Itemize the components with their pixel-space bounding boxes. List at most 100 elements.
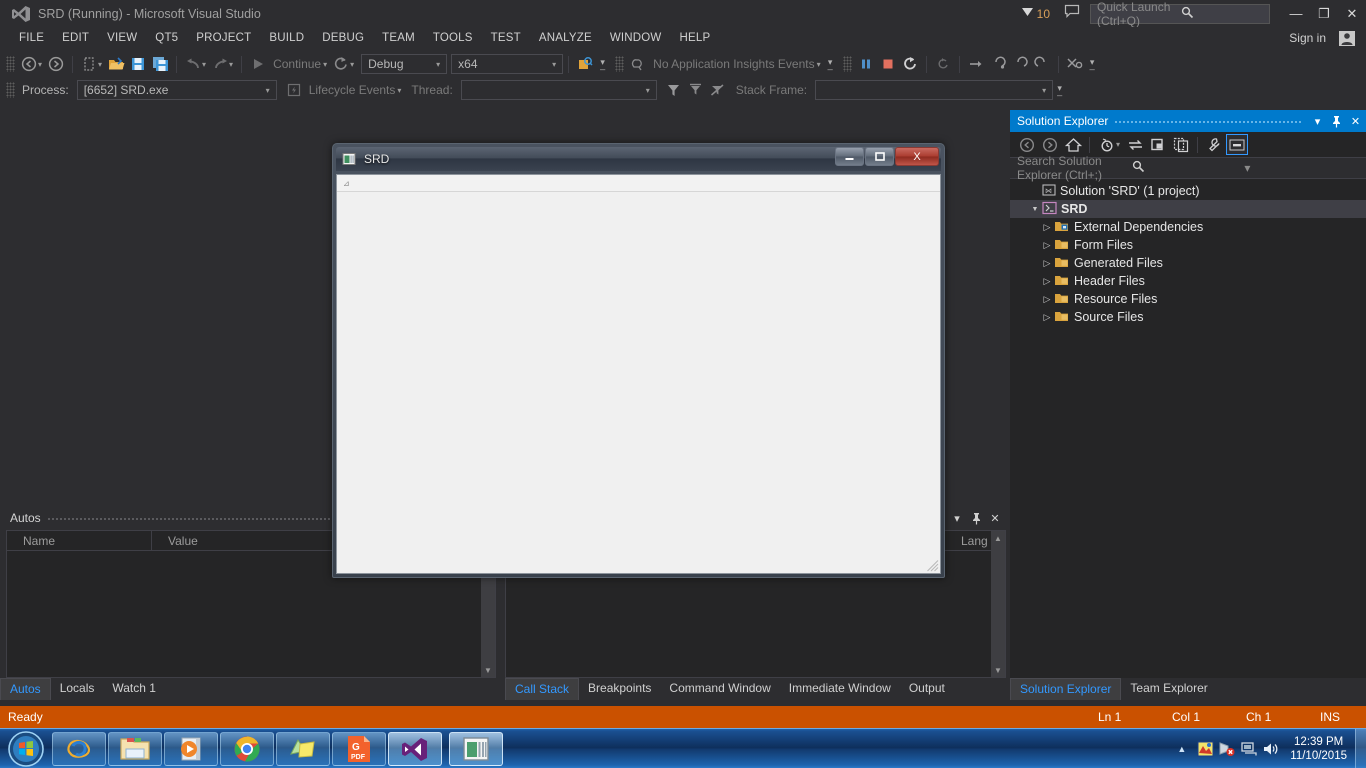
chevron-down-icon[interactable]: ▾ (1116, 140, 1123, 149)
sign-in-link[interactable]: Sign in (1289, 27, 1326, 49)
refresh-icon[interactable] (1147, 134, 1169, 155)
chevron-down-icon[interactable]: ▾ (1244, 161, 1362, 175)
tree-item-resource-files[interactable]: ▷ Resource Files (1010, 290, 1366, 308)
srd-client-area[interactable]: ⊿ (336, 174, 941, 574)
tree-item-form-files[interactable]: ▷ Form Files (1010, 236, 1366, 254)
chevron-down-icon[interactable]: ▾ (1038, 86, 1050, 95)
platform-combo[interactable]: x64 ▾ (451, 54, 564, 74)
forward-icon[interactable] (1039, 134, 1061, 155)
menu-test[interactable]: TEST (482, 29, 530, 47)
quick-launch-input[interactable]: Quick Launch (Ctrl+Q) (1090, 0, 1270, 28)
new-item-caret-icon[interactable]: ▾ (98, 60, 105, 69)
autos-column-value[interactable]: Value (152, 534, 198, 548)
undo-caret-icon[interactable]: ▾ (202, 60, 209, 69)
save-all-icon[interactable] (149, 53, 171, 75)
pin-icon[interactable] (968, 508, 984, 528)
toolbar-grip[interactable] (842, 56, 852, 72)
tab-breakpoints[interactable]: Breakpoints (579, 678, 660, 700)
search-icon[interactable] (1181, 6, 1265, 22)
chevron-down-icon[interactable]: ▾ (432, 60, 444, 69)
toolbar-overflow-icon[interactable]: ▾ _ (1053, 84, 1066, 96)
twisty-collapsed-icon[interactable]: ▷ (1040, 294, 1054, 305)
tab-solution-explorer[interactable]: Solution Explorer (1010, 678, 1122, 700)
call-stack-vertical-scrollbar[interactable]: ▲ ▼ (991, 531, 1005, 677)
stack-frame-combo[interactable]: ▾ (815, 80, 1054, 100)
scroll-down-icon[interactable]: ▼ (991, 663, 1005, 677)
back-icon[interactable] (1016, 134, 1038, 155)
menu-view[interactable]: VIEW (98, 29, 146, 47)
tab-output[interactable]: Output (900, 678, 954, 700)
home-icon[interactable] (1062, 134, 1084, 155)
show-next-statement-icon[interactable] (932, 53, 954, 75)
chevron-down-icon[interactable]: ▾ (642, 86, 654, 95)
process-combo[interactable]: [6652] SRD.exe ▾ (76, 80, 277, 100)
tree-item-external-dependencies[interactable]: ▷ External Dependencies (1010, 218, 1366, 236)
toolbar-overflow-icon[interactable]: ▾ _ (1086, 58, 1099, 70)
chevron-down-icon[interactable]: ▾ (1309, 110, 1326, 132)
navigate-back-caret-icon[interactable]: ▾ (38, 60, 45, 69)
menu-project[interactable]: PROJECT (187, 29, 260, 47)
sync-with-active-document-icon[interactable] (1124, 134, 1146, 155)
taskbar-sticky-notes[interactable] (276, 731, 330, 766)
pending-changes-icon[interactable] (1095, 134, 1117, 155)
toolbar-overflow-icon[interactable]: ▾ _ (824, 58, 837, 70)
tree-item-project-srd[interactable]: ▼ SRD (1010, 200, 1366, 218)
thread-combo[interactable]: ▾ (460, 80, 657, 100)
chevron-down-icon[interactable]: ▾ (262, 86, 274, 95)
restart-icon[interactable] (330, 53, 352, 75)
restart-caret-icon[interactable]: ▾ (350, 60, 357, 69)
save-icon[interactable] (127, 53, 149, 75)
tree-item-source-files[interactable]: ▷ Source Files (1010, 308, 1366, 326)
twisty-expanded-icon[interactable]: ▼ (1028, 206, 1042, 213)
solution-explorer-search-input[interactable]: Search Solution Explorer (Ctrl+;) ▾ (1010, 154, 1366, 182)
undo-icon[interactable] (182, 53, 204, 75)
feedback-button[interactable]: 10 (1021, 6, 1050, 21)
srd-maximize-button[interactable] (865, 147, 894, 166)
menu-tools[interactable]: TOOLS (424, 29, 482, 47)
chevron-up-icon[interactable]: ▲ (1169, 744, 1194, 754)
toolbar-overflow-icon[interactable]: ▾ _ (596, 58, 609, 70)
app-insights-icon[interactable] (627, 53, 649, 75)
chevron-down-icon[interactable]: ▾ (949, 508, 965, 528)
app-insights-label[interactable]: No Application Insights Events (649, 57, 818, 71)
lifecycle-caret-icon[interactable]: ▾ (397, 86, 404, 95)
taskbar-windows-media-player[interactable] (164, 731, 218, 766)
paint-tray-icon[interactable] (1194, 737, 1216, 761)
menu-edit[interactable]: EDIT (53, 29, 98, 47)
srd-application-window[interactable]: SRD X ⊿ (332, 143, 945, 578)
taskbar-internet-explorer[interactable] (52, 731, 106, 766)
continue-caret-icon[interactable]: ▾ (323, 60, 330, 69)
tree-item-solution[interactable]: ⋈ Solution 'SRD' (1 project) (1010, 182, 1366, 200)
account-icon[interactable] (1336, 28, 1358, 48)
toolbar-grip[interactable] (615, 56, 625, 72)
network-error-icon[interactable] (1216, 737, 1238, 761)
new-item-icon[interactable] (78, 53, 100, 75)
step-out-icon[interactable] (1009, 53, 1031, 75)
twisty-collapsed-icon[interactable]: ▷ (1040, 312, 1054, 323)
step-into-icon[interactable] (965, 53, 987, 75)
filter-icon[interactable] (663, 79, 685, 101)
tab-immediate-window[interactable]: Immediate Window (780, 678, 900, 700)
tab-locals[interactable]: Locals (51, 678, 104, 700)
taskbar-windows-explorer[interactable] (108, 731, 162, 766)
no-filter-icon[interactable] (707, 79, 729, 101)
menu-analyze[interactable]: ANALYZE (530, 29, 601, 47)
tab-autos[interactable]: Autos (0, 678, 51, 700)
tab-watch-1[interactable]: Watch 1 (103, 678, 165, 700)
tree-item-header-files[interactable]: ▷ Header Files (1010, 272, 1366, 290)
restart-debug-icon[interactable] (899, 53, 921, 75)
step-continue-icon[interactable] (1031, 53, 1053, 75)
srd-close-button[interactable]: X (895, 147, 939, 166)
minimize-button[interactable]: — (1282, 0, 1310, 27)
lifecycle-events-label[interactable]: Lifecycle Events (305, 83, 400, 97)
menu-build[interactable]: BUILD (260, 29, 313, 47)
lifecycle-events-icon[interactable] (283, 79, 305, 101)
srd-window-titlebar[interactable]: SRD X (336, 147, 941, 171)
autos-column-name[interactable]: Name (7, 534, 151, 548)
toolbar-grip[interactable] (6, 56, 15, 72)
configuration-combo[interactable]: Debug ▾ (361, 54, 448, 74)
redo-caret-icon[interactable]: ▾ (229, 60, 236, 69)
taskbar-srd-application[interactable] (449, 731, 503, 766)
tab-call-stack[interactable]: Call Stack (505, 678, 580, 700)
stop-icon[interactable] (877, 53, 899, 75)
